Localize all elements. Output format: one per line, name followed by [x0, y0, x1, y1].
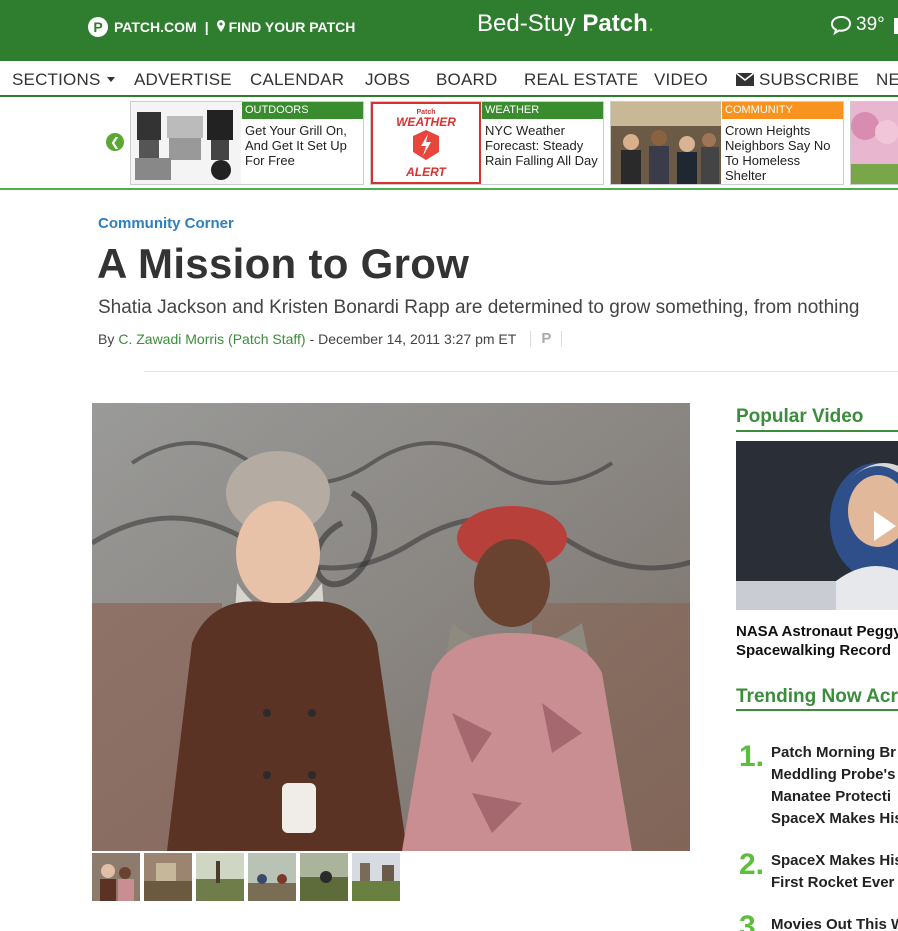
trending-number: 2. [739, 848, 765, 881]
popular-video-thumbnail[interactable] [736, 441, 898, 610]
patch-com-link[interactable]: PATCH.COM [114, 19, 197, 35]
nav-advertise[interactable]: ADVERTISE [134, 70, 232, 90]
trending-line: Movies Out This W [771, 916, 898, 931]
trending-line: SpaceX Makes His [771, 810, 898, 827]
grill-image [131, 102, 241, 184]
photo-thumbnail[interactable] [300, 853, 348, 901]
nav-board[interactable]: BOARD [436, 70, 497, 90]
nav-sections-label: SECTIONS [12, 70, 101, 89]
trending-heading: Trending Now Acro [736, 686, 898, 707]
nav-calendar[interactable]: CALENDAR [250, 70, 344, 90]
cloud-icon [830, 15, 852, 35]
article-dek: Shatia Jackson and Kristen Bonardi Rapp … [98, 297, 860, 318]
card-category: OUTDOORS [242, 102, 363, 119]
nav-real-estate[interactable]: REAL ESTATE [524, 70, 638, 90]
separator: | [204, 19, 209, 35]
weather-widget[interactable]: 39° [830, 14, 885, 36]
divider [530, 330, 532, 347]
nav-sections[interactable]: SECTIONS [12, 70, 115, 90]
main-nav: SECTIONS ADVERTISE CALENDAR JOBS BOARD R… [0, 61, 898, 97]
nav-more[interactable]: NE [876, 70, 898, 90]
article-headline: A Mission to Grow [97, 240, 470, 287]
nav-subscribe-label: SUBSCRIBE [759, 70, 860, 89]
trending-line: First Rocket Ever U [771, 874, 898, 891]
photo-thumbnail[interactable] [248, 853, 296, 901]
card-title: Get Your Grill On, And Get It Set Up For… [245, 123, 347, 168]
top-bar-left: P PATCH.COM | FIND YOUR PATCH [88, 17, 355, 37]
author-link[interactable]: C. Zawadi Morris (Patch Staff) [118, 331, 305, 347]
photo-thumbnail-strip [92, 853, 404, 901]
cherry-blossom-image [851, 102, 898, 184]
trending-line: Patch Morning Br [771, 744, 897, 761]
popular-video-caption[interactable]: NASA Astronaut Peggy Spacewalking Record [736, 622, 898, 660]
section-link[interactable]: Community Corner [98, 215, 234, 232]
temperature: 39° [856, 14, 885, 35]
card-title: NYC Weather Forecast: Steady Rain Fallin… [485, 123, 598, 168]
site-brand[interactable]: Bed-Stuy Patch. [477, 10, 654, 38]
trending-number: 3 [739, 910, 756, 931]
patch-logo-icon[interactable]: P [88, 17, 108, 37]
trending-item[interactable]: Movies Out This W [771, 914, 898, 931]
nav-video[interactable]: VIDEO [654, 70, 708, 90]
carousel-card-partial[interactable] [850, 101, 898, 185]
heading-underline [736, 430, 898, 432]
alert-word-1: WEATHER [396, 115, 456, 129]
byline: By C. Zawadi Morris (Patch Staff) - Dece… [98, 330, 563, 347]
trending-line: SpaceX Makes His [771, 852, 898, 869]
carousel-prev-arrow-icon[interactable]: ❮ [106, 133, 124, 151]
trending-line: Manatee Protecti [771, 788, 892, 805]
publish-date: - December 14, 2011 3:27 pm ET [309, 330, 517, 347]
article-main-photo[interactable] [92, 403, 690, 851]
card-category: WEATHER [482, 102, 603, 119]
carousel-card-community[interactable]: COMMUNITY Crown Heights Neighbors Say No… [610, 101, 844, 185]
trending-line: Meddling Probe's [771, 766, 896, 783]
carousel-card-outdoors[interactable]: OUTDOORS Get Your Grill On, And Get It S… [130, 101, 364, 185]
trending-item[interactable]: Patch Morning Br Meddling Probe's Manate… [771, 742, 898, 830]
photo-thumbnail[interactable] [196, 853, 244, 901]
brand-prefix: Bed-Stuy [477, 10, 576, 37]
photo-thumbnail[interactable] [352, 853, 400, 901]
nav-subscribe[interactable]: SUBSCRIBE [736, 70, 859, 90]
story-carousel: ❮ OUTDOORS Get Your Grill On, And Get It… [0, 97, 898, 190]
popular-video-heading: Popular Video [736, 406, 864, 427]
community-meeting-image [611, 102, 721, 184]
video-caption-line: Spacewalking Record [736, 642, 892, 659]
header-divider [144, 371, 898, 372]
location-pin-icon [216, 19, 225, 35]
brand-dot: . [647, 10, 655, 37]
card-title: Crown Heights Neighbors Say No To Homele… [725, 123, 831, 183]
caret-down-icon [106, 77, 115, 82]
trending-item[interactable]: SpaceX Makes His First Rocket Ever U [771, 850, 898, 894]
envelope-icon [736, 73, 754, 86]
trending-number: 1. [739, 740, 765, 773]
weather-alert-image: Patch WEATHER ALERT [371, 102, 481, 184]
photo-thumbnail[interactable] [144, 853, 192, 901]
card-category: COMMUNITY [722, 102, 843, 119]
heading-underline [736, 709, 898, 711]
patch-mark-icon: P [541, 330, 552, 347]
nav-jobs[interactable]: JOBS [365, 70, 410, 90]
find-your-patch-link[interactable]: FIND YOUR PATCH [229, 19, 356, 35]
user-menu-edge[interactable] [894, 18, 898, 34]
alert-word-2: ALERT [405, 165, 447, 179]
photo-thumbnail[interactable] [92, 853, 140, 901]
video-caption-line: NASA Astronaut Peggy [736, 623, 898, 640]
carousel-card-weather[interactable]: Patch WEATHER ALERT WEATHER NYC Weather … [370, 101, 604, 185]
brand-name: Patch [582, 10, 648, 37]
divider [561, 330, 563, 347]
top-bar: P PATCH.COM | FIND YOUR PATCH Bed-Stuy P… [0, 0, 898, 61]
byline-by: By [98, 330, 115, 347]
